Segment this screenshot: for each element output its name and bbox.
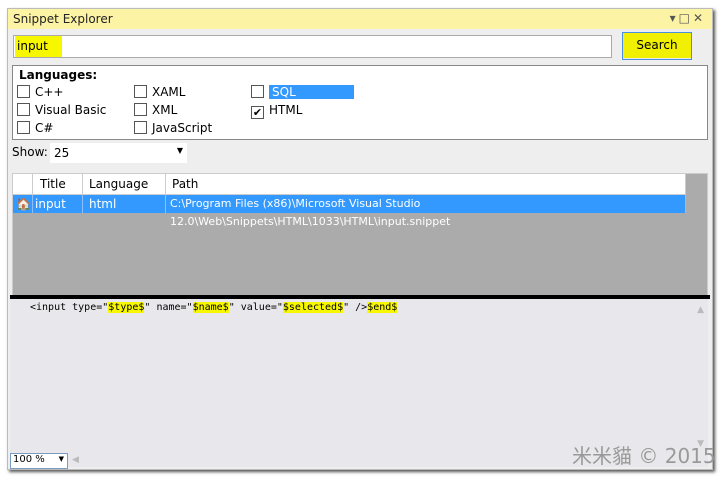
- check-icon: ✔: [251, 106, 264, 119]
- search-button[interactable]: Search: [622, 32, 692, 60]
- show-label: Show:: [12, 145, 48, 159]
- column-path[interactable]: Path: [166, 174, 686, 194]
- checkbox-xml[interactable]: XML: [134, 102, 177, 118]
- checkbox-xaml[interactable]: XAML: [134, 84, 185, 100]
- zoom-dropdown[interactable]: 100 % ▼: [10, 453, 68, 469]
- search-input[interactable]: input: [13, 35, 612, 58]
- code-line: <input type="$type$" name="$name$" value…: [30, 302, 398, 313]
- column-language[interactable]: Language: [83, 174, 166, 194]
- results-grid: Title Language Path 🏠 input html C:\Prog…: [12, 173, 708, 296]
- checkbox-sql[interactable]: SQL: [251, 84, 354, 100]
- checkbox-html[interactable]: ✔ HTML: [251, 102, 302, 119]
- close-icon[interactable]: ✕: [693, 11, 706, 25]
- home-icon: 🏠: [13, 195, 33, 213]
- window-title: Snippet Explorer: [13, 12, 113, 26]
- watermark: 米米貓 © 2015: [572, 444, 716, 468]
- checkbox-cpp[interactable]: C++: [17, 84, 64, 100]
- maximize-icon[interactable]: □: [679, 11, 693, 25]
- checkbox-visual-basic[interactable]: Visual Basic: [17, 102, 106, 118]
- search-value: input: [15, 36, 62, 57]
- dropdown-icon[interactable]: ▾: [670, 11, 679, 25]
- show-dropdown[interactable]: 25 ▼: [50, 143, 187, 163]
- scroll-left-icon[interactable]: ◀: [72, 455, 79, 465]
- title-bar: Snippet Explorer ▾□✕: [8, 9, 712, 29]
- scroll-up-icon[interactable]: ▲: [697, 305, 704, 315]
- languages-heading: Languages:: [19, 68, 98, 82]
- checkbox-csharp[interactable]: C#: [17, 120, 53, 136]
- chevron-down-icon: ▼: [176, 146, 183, 155]
- languages-group: Languages: C++ Visual Basic C# XAML XML …: [12, 65, 708, 140]
- search-button-label: Search: [623, 33, 691, 58]
- snippet-explorer-window: Snippet Explorer ▾□✕ input Search Langua…: [7, 8, 713, 470]
- table-row[interactable]: 🏠 input html C:\Program Files (x86)\Micr…: [13, 195, 686, 228]
- chevron-down-icon: ▼: [58, 455, 64, 463]
- checkbox-javascript[interactable]: JavaScript: [134, 120, 212, 136]
- column-title[interactable]: Title: [33, 174, 83, 194]
